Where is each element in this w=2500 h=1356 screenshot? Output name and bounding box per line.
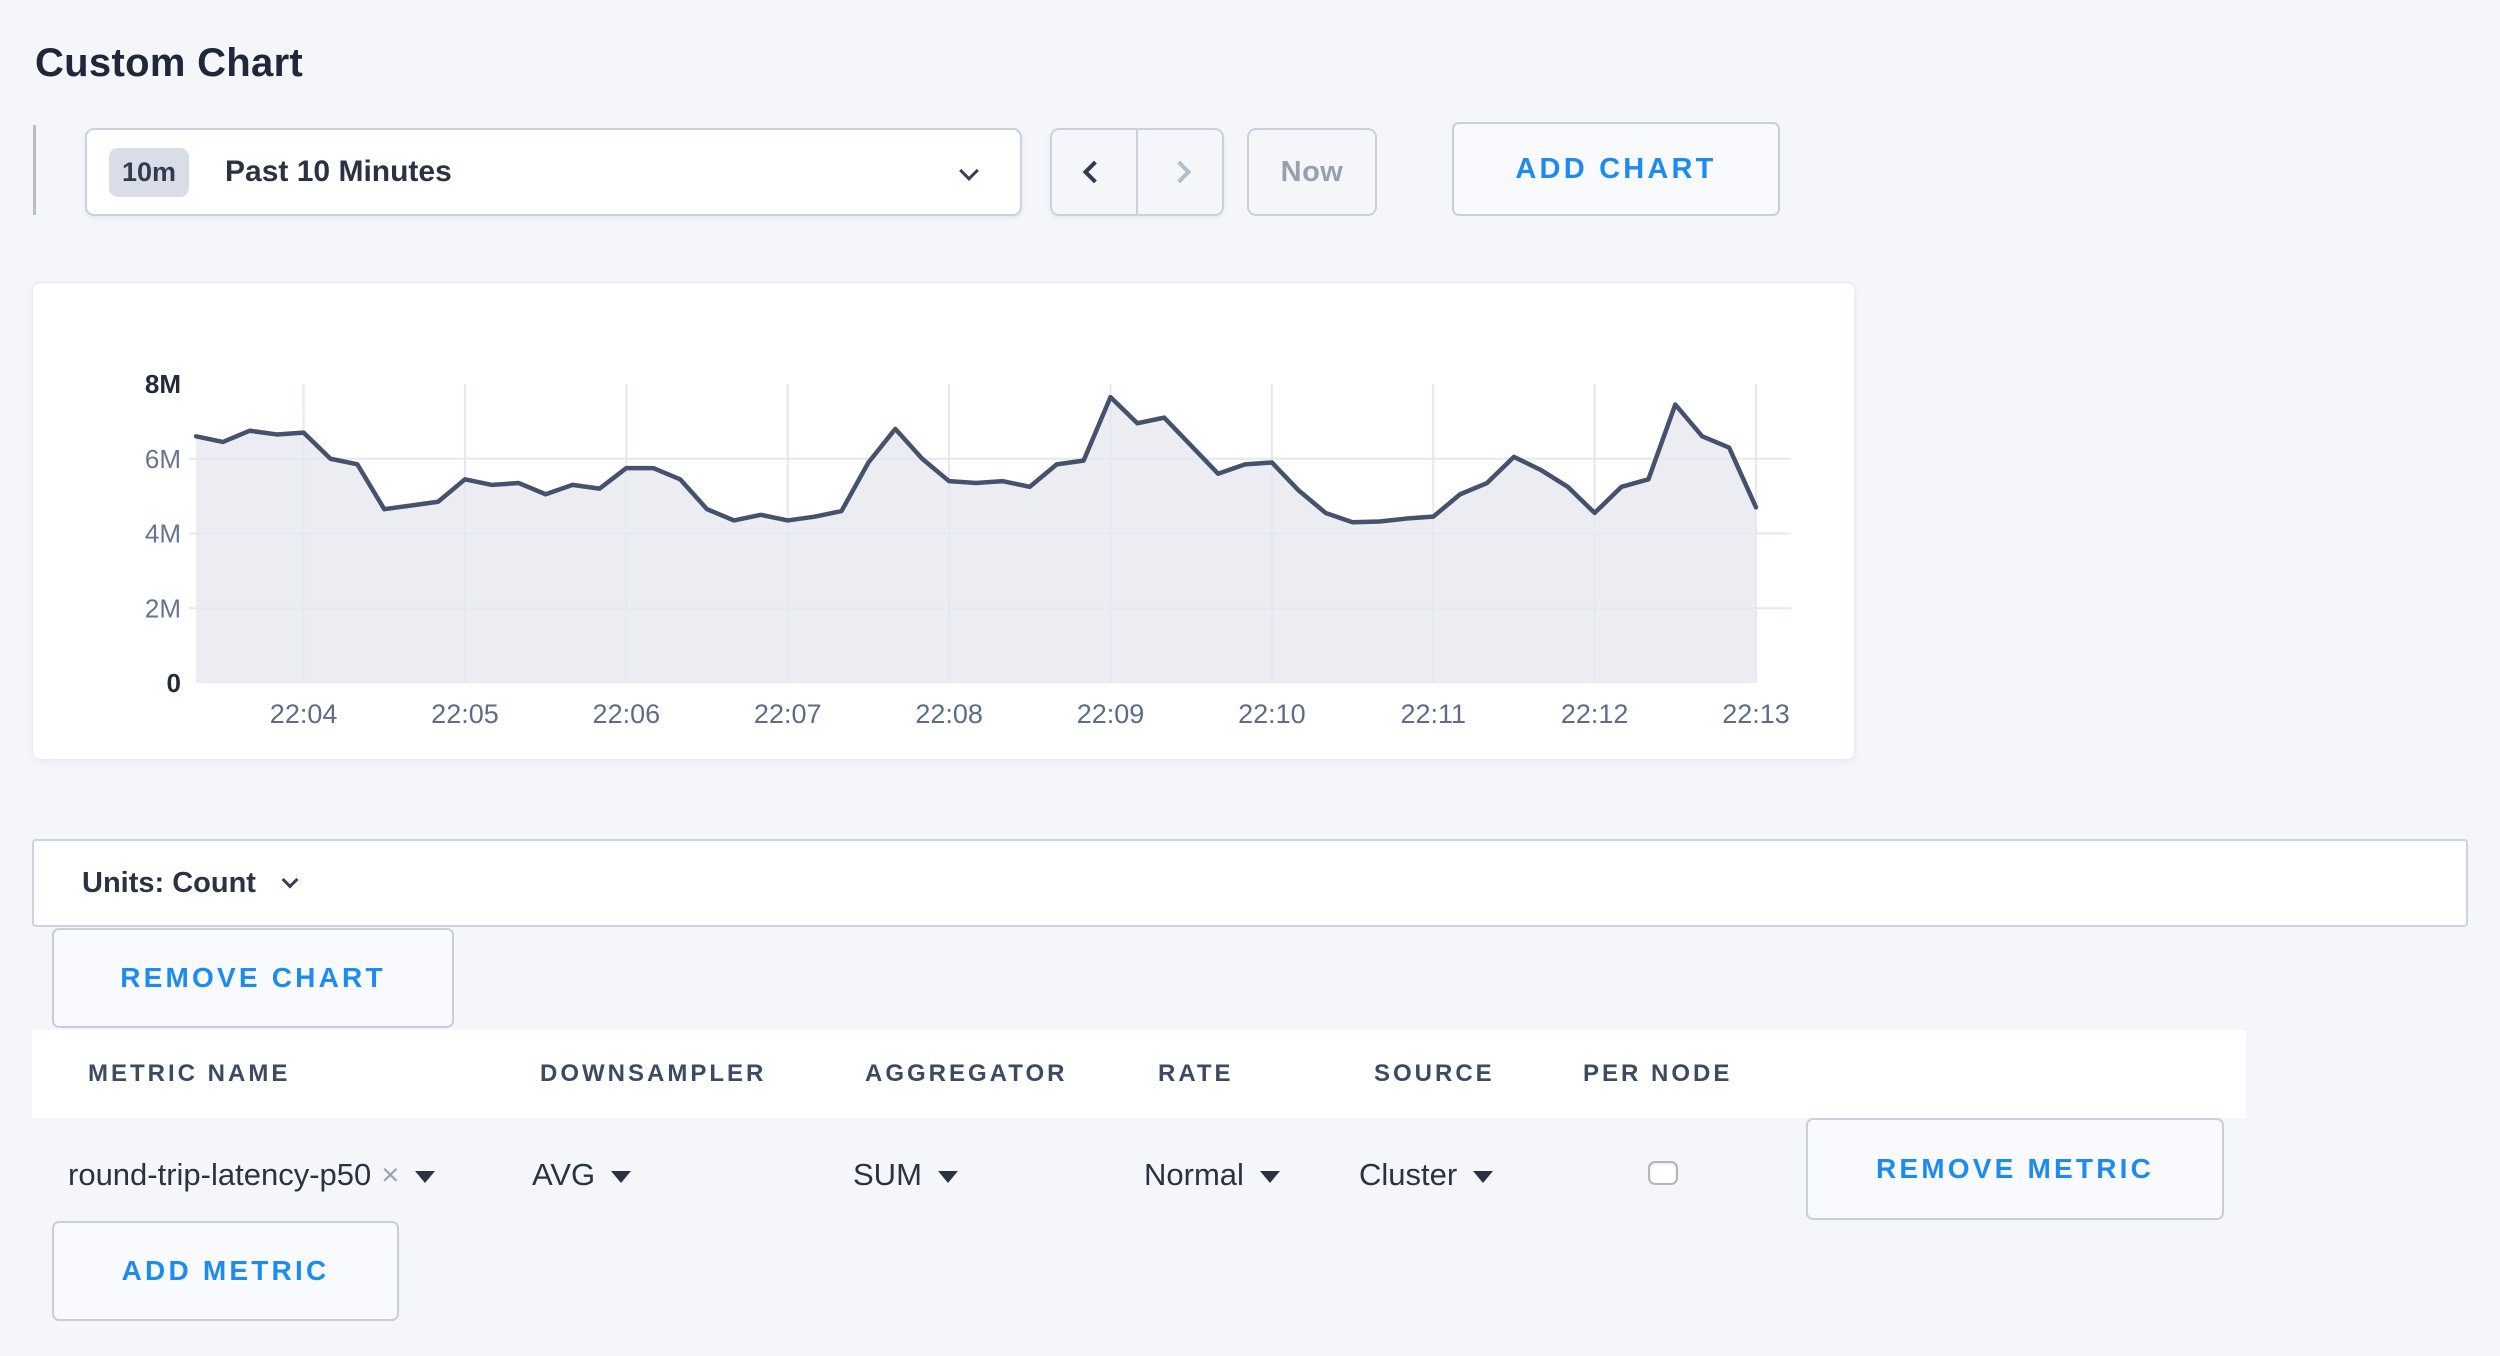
x-axis-label: 22:09: [1077, 699, 1145, 729]
x-axis-label: 22:04: [270, 699, 338, 729]
x-axis-label: 22:07: [754, 699, 822, 729]
x-axis-label: 22:08: [915, 699, 983, 729]
chevron-right-icon: [1169, 161, 1192, 184]
units-dropdown[interactable]: Units: Count: [32, 839, 2468, 927]
th-downsampler: DOWNSAMPLER: [540, 1060, 766, 1088]
caret-down-icon: [611, 1171, 631, 1183]
now-button[interactable]: Now: [1247, 128, 1377, 216]
caret-down-icon: [1473, 1171, 1493, 1183]
remove-metric-button[interactable]: REMOVE METRIC: [1806, 1118, 2224, 1220]
time-step-group: [1050, 128, 1224, 216]
chart-card: 0 2M 4M 6M 8M 22:04 22:05 22:06 22:07 22:08 22:09 2…: [32, 282, 1855, 760]
y-axis-label: 6M: [145, 444, 181, 474]
chart-area-fill: [196, 397, 1756, 683]
chevron-down-icon: [281, 872, 298, 889]
caret-down-icon: [415, 1171, 435, 1183]
time-range-select[interactable]: 10m Past 10 Minutes: [85, 128, 1022, 216]
units-label: Units: Count: [82, 867, 256, 900]
time-back-button[interactable]: [1052, 130, 1136, 214]
x-axis-label: 22:12: [1561, 699, 1629, 729]
metric-remove-x-icon[interactable]: ×: [381, 1157, 399, 1193]
metrics-table-header: METRIC NAME DOWNSAMPLER AGGREGATOR RATE …: [32, 1030, 2246, 1118]
y-axis-label: 8M: [145, 369, 181, 399]
metric-name-select[interactable]: round-trip-latency-p50 ×: [68, 1157, 435, 1193]
time-range-divider: [33, 125, 36, 215]
rate-value: Normal: [1144, 1157, 1244, 1193]
th-metric-name: METRIC NAME: [88, 1060, 290, 1088]
x-axis-label: 22:05: [431, 699, 499, 729]
x-axis-label: 22:11: [1400, 699, 1466, 729]
x-axis-label: 22:13: [1722, 699, 1790, 729]
source-select[interactable]: Cluster: [1359, 1157, 1493, 1193]
caret-down-icon: [938, 1171, 958, 1183]
th-rate: RATE: [1158, 1060, 1234, 1088]
th-per-node: PER NODE: [1583, 1060, 1732, 1088]
per-node-checkbox[interactable]: [1648, 1161, 1678, 1185]
page-title: Custom Chart: [35, 41, 303, 86]
chevron-down-icon: [959, 161, 979, 181]
add-chart-button[interactable]: ADD CHART: [1452, 122, 1780, 216]
remove-chart-button[interactable]: REMOVE CHART: [52, 928, 454, 1028]
th-aggregator: AGGREGATOR: [865, 1060, 1067, 1088]
time-scale-badge: 10m: [109, 148, 189, 197]
aggregator-select[interactable]: SUM: [853, 1157, 958, 1193]
add-metric-button[interactable]: ADD METRIC: [52, 1221, 399, 1321]
th-source: SOURCE: [1374, 1060, 1495, 1088]
y-axis-label: 2M: [145, 593, 181, 623]
y-axis-label: 0: [167, 668, 181, 698]
aggregator-value: SUM: [853, 1157, 922, 1193]
chevron-left-icon: [1083, 161, 1106, 184]
rate-select[interactable]: Normal: [1144, 1157, 1280, 1193]
downsampler-select[interactable]: AVG: [532, 1157, 631, 1193]
y-axis-label: 4M: [145, 519, 181, 549]
caret-down-icon: [1260, 1171, 1280, 1183]
time-range-label: Past 10 Minutes: [225, 155, 452, 189]
time-forward-button[interactable]: [1136, 130, 1222, 214]
chart-plot[interactable]: 0 2M 4M 6M 8M 22:04 22:05 22:06 22:07 22:08 22:09 2…: [33, 283, 1856, 761]
downsampler-value: AVG: [532, 1157, 595, 1193]
metric-name-value: round-trip-latency-p50: [68, 1157, 371, 1193]
x-axis-label: 22:06: [593, 699, 661, 729]
source-value: Cluster: [1359, 1157, 1457, 1193]
x-axis-label: 22:10: [1238, 699, 1306, 729]
